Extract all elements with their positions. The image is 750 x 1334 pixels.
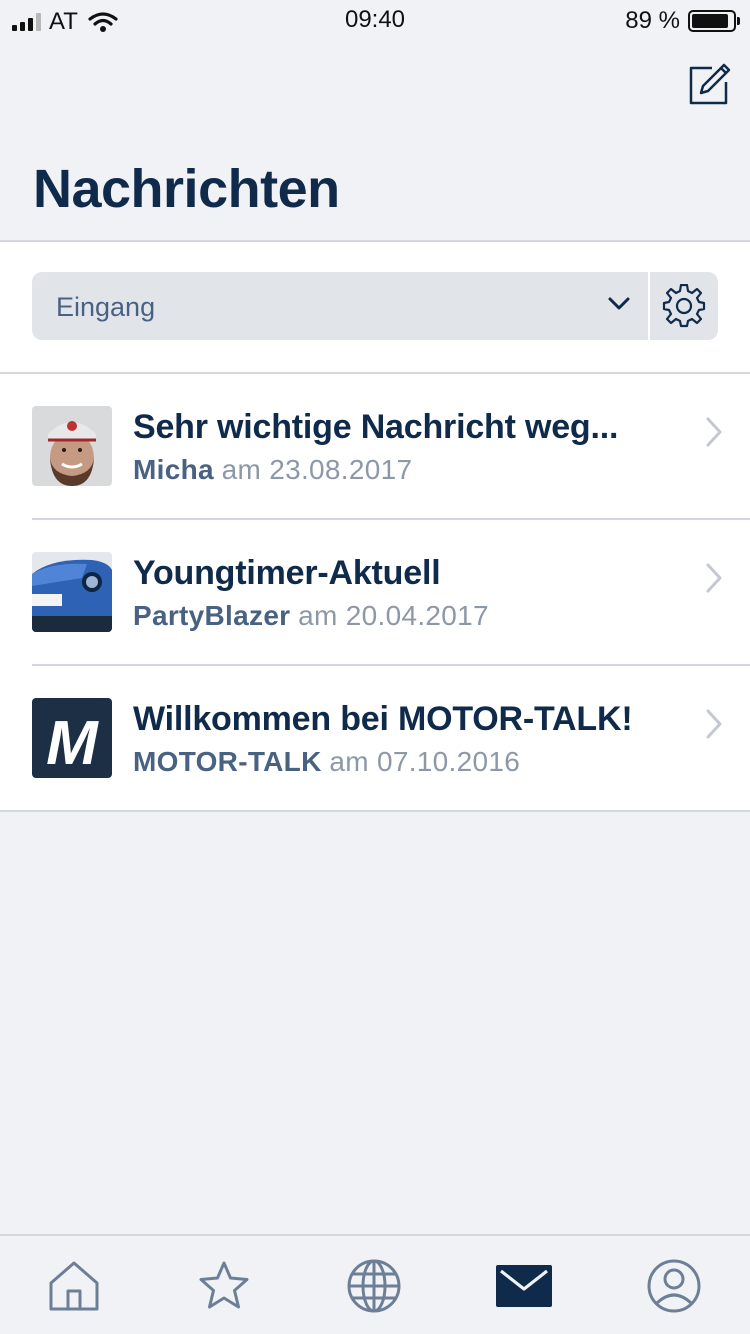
profile-icon [647,1259,701,1313]
message-row[interactable]: M Willkommen bei MOTOR-TALK! MOTOR-TALK … [0,666,750,811]
globe-icon [347,1259,401,1313]
message-title: Sehr wichtige Nachricht weg... [133,408,619,446]
chevron-right-icon [706,563,722,593]
compose-button[interactable] [686,62,732,108]
message-date: am 23.08.2017 [221,454,413,485]
motor-talk-logo: M [32,698,112,778]
message-meta: PartyBlazer am 20.04.2017 [133,600,489,632]
message-row[interactable]: Youngtimer-Aktuell PartyBlazer am 20.04.… [0,520,750,666]
message-sender: MOTOR-TALK [133,746,322,777]
settings-button[interactable] [650,272,718,340]
message-date: am 07.10.2016 [329,746,521,777]
person-avatar [32,406,112,486]
chevron-down-icon [608,297,630,310]
filter-section: Eingang [0,242,750,373]
home-icon [49,1261,99,1311]
tab-messages[interactable] [494,1256,554,1316]
battery-icon [688,10,740,32]
chevron-right-icon [706,417,722,447]
battery-percent: 89 % [625,7,680,34]
gear-icon [662,284,706,328]
message-row[interactable]: Sehr wichtige Nachricht weg... Micha am … [0,374,750,520]
message-sender: Micha [133,454,214,485]
blue-car-avatar [32,552,112,632]
message-meta: MOTOR-TALK am 07.10.2016 [133,746,520,778]
tab-community[interactable] [344,1256,404,1316]
folder-select[interactable]: Eingang [32,272,648,340]
tab-profile[interactable] [644,1256,704,1316]
message-list: Sehr wichtige Nachricht weg... Micha am … [0,374,750,811]
status-right: 89 % [625,7,740,35]
message-sender: PartyBlazer [133,600,291,631]
message-meta: Micha am 23.08.2017 [133,454,412,486]
list-bottom-divider [0,810,750,812]
page-title: Nachrichten [33,159,340,219]
star-icon [199,1261,249,1309]
tab-bar [0,1234,750,1334]
compose-icon [689,63,731,105]
message-date: am 20.04.2017 [298,600,489,631]
message-title: Youngtimer-Aktuell [133,554,441,592]
tab-home[interactable] [44,1256,104,1316]
mail-icon [496,1265,552,1307]
tab-favorites[interactable] [194,1256,254,1316]
svg-text:M: M [46,709,99,778]
folder-select-value: Eingang [56,292,156,322]
message-title: Willkommen bei MOTOR-TALK! [133,700,633,738]
status-bar: AT 09:40 89 % [0,0,750,40]
chevron-right-icon [706,709,722,739]
